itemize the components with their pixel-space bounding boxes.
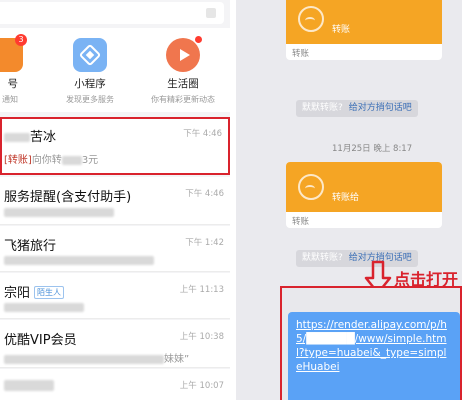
- date-stamp: 11月25日 晚上 8:17: [332, 144, 413, 154]
- transfer-card[interactable]: 转账给 转账: [286, 162, 442, 228]
- link-message-highlight: https://render.alipay.com/p/h5/██████/ww…: [280, 286, 462, 400]
- new-dot: [195, 36, 202, 43]
- transfer-card-label: 转账: [292, 49, 310, 59]
- search-bar-edge: [206, 8, 216, 18]
- shortcut-mini-program[interactable]: 小程序 发现更多服务: [58, 38, 122, 105]
- shortcut-label: 小程序: [74, 78, 106, 90]
- transfer-notice: 默默转账? 给对方捎句话吧: [296, 250, 418, 267]
- redacted-text: [4, 133, 30, 142]
- transfer-card[interactable]: 转账 转账: [286, 0, 442, 60]
- service-account-icon: 3: [0, 34, 27, 72]
- shortcut-sub: 通知: [2, 95, 18, 104]
- unread-badge: 3: [15, 34, 27, 46]
- search-bar[interactable]: [0, 2, 224, 24]
- chat-title: 优酷VIP会员: [4, 333, 77, 348]
- chat-preview: [4, 207, 114, 218]
- life-circle-icon: [166, 36, 202, 72]
- chat-time: 下午 4:46: [185, 189, 224, 199]
- stranger-badge: 陌生人: [34, 286, 65, 299]
- shortcut-sub: 发现更多服务: [66, 95, 114, 104]
- chat-preview: [4, 255, 154, 266]
- chat-time: 上午 10:38: [179, 332, 224, 342]
- chat-row[interactable]: 上午 10:07: [0, 369, 230, 400]
- transfer-card-text: 转账: [332, 25, 351, 35]
- chat-title: [4, 378, 54, 393]
- chat-time: 下午 1:42: [185, 238, 224, 248]
- chat-title: 苦冰: [4, 126, 56, 145]
- transfer-icon: [298, 174, 324, 200]
- chat-row[interactable]: 服务提醒(含支付助手) 下午 4:46: [0, 177, 230, 225]
- chat-time: 下午 4:46: [183, 129, 222, 139]
- leave-message-link[interactable]: 给对方捎句话吧: [349, 103, 412, 113]
- chat-time: 上午 11:13: [179, 285, 224, 295]
- shortcut-label: 号: [7, 78, 19, 90]
- chat-time: 上午 10:07: [179, 381, 224, 391]
- chat-preview: 妹妹”: [4, 350, 189, 365]
- chat-list-pane: 3 号 通知 小程序 发现更多服务 生活圈 你有精彩更新动态 苦冰 下午 4:4…: [0, 0, 230, 400]
- shortcut-life-circle[interactable]: 生活圈 你有精彩更新动态: [146, 36, 220, 105]
- transfer-card-text: 转账给: [332, 193, 360, 203]
- transfer-notice: 默默转账? 给对方捎句话吧: [296, 100, 418, 117]
- chat-row-highlighted[interactable]: 苦冰 下午 4:46 [转账]向你转 3元: [0, 117, 230, 175]
- mini-program-icon: [73, 38, 107, 72]
- shortcut-label: 生活圈: [167, 78, 199, 90]
- payment-link[interactable]: https://render.alipay.com/p/h5/██████/ww…: [296, 319, 447, 373]
- redacted-text: [61, 155, 82, 165]
- conversation-pane: 转账 转账 默默转账? 给对方捎句话吧 11月25日 晚上 8:17 转账给 转账…: [236, 0, 462, 400]
- chat-row[interactable]: 优酷VIP会员 上午 10:38 妹妹”: [0, 320, 230, 368]
- shortcut-sub: 你有精彩更新动态: [151, 95, 215, 104]
- link-bubble[interactable]: https://render.alipay.com/p/h5/██████/ww…: [288, 312, 460, 400]
- transfer-tag: [转账]: [4, 155, 32, 166]
- shortcut-service-account[interactable]: 3 号 通知: [0, 34, 27, 105]
- chat-title: 飞猪旅行: [4, 239, 57, 254]
- transfer-icon: [298, 6, 324, 32]
- chat-title: 服务提醒(含支付助手): [4, 190, 132, 205]
- shortcut-bar: 3 号 通知 小程序 发现更多服务 生活圈 你有精彩更新动态: [0, 28, 230, 112]
- chat-preview: [转账]向你转 3元: [4, 155, 99, 166]
- chat-title: 宗阳 陌生人: [4, 282, 65, 301]
- chat-row[interactable]: 宗阳 陌生人 上午 11:13: [0, 273, 230, 319]
- transfer-card-label: 转账: [292, 217, 310, 227]
- chat-preview: [4, 302, 84, 313]
- chat-row[interactable]: 飞猪旅行 下午 1:42: [0, 226, 230, 272]
